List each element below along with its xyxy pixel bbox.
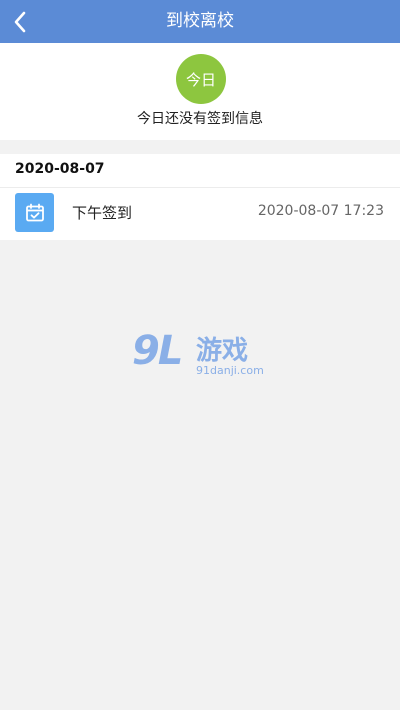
today-status-message: 今日还没有签到信息 — [137, 111, 263, 127]
watermark-logo: 9L 游戏 91danji.com — [132, 328, 272, 386]
watermark-name: 游戏 — [196, 336, 249, 366]
today-badge: 今日 — [176, 54, 226, 104]
record-time: 2020-08-07 17:23 — [257, 203, 384, 219]
watermark-logo-mark: 9L — [132, 328, 183, 374]
date-group-header: 2020-08-07 — [0, 154, 400, 188]
page-title: 到校离校 — [166, 11, 234, 31]
record-label: 下午签到 — [72, 204, 133, 222]
record-item[interactable]: 下午签到 2020-08-07 17:23 — [0, 188, 400, 240]
date-group-label: 2020-08-07 — [15, 161, 105, 177]
watermark-url: 91danji.com — [196, 364, 264, 377]
today-panel: 今日 今日还没有签到信息 — [0, 43, 400, 140]
app-header: 到校离校 — [0, 0, 400, 43]
calendar-check-icon — [15, 193, 54, 232]
